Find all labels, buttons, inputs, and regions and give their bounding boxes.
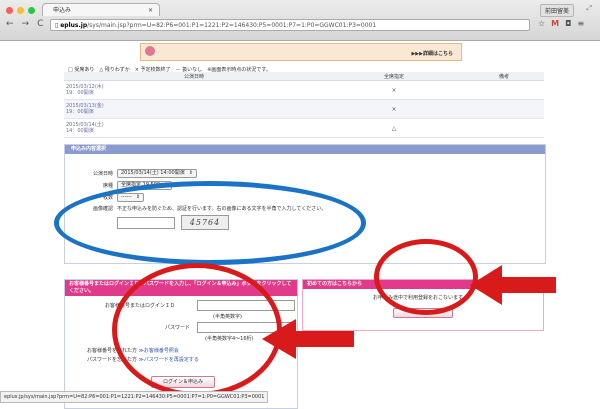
- red-arrow-icon: [470, 265, 556, 305]
- schedule-date-cell: 2015/03/13(金) 19：00開演: [64, 99, 324, 119]
- col-datetime: 公演日時: [64, 72, 324, 81]
- schedule-time: 14：00開演: [66, 128, 94, 134]
- reload-icon[interactable]: C: [37, 19, 43, 29]
- url-host: eplus.jp: [60, 22, 88, 29]
- schedule-date-cell: 2015/03/14(土) 14：00開演: [64, 118, 324, 138]
- browser-chrome: 申込み × 前田留美 ⤢ ← → C ▯ eplus.jp/sys/main.j…: [0, 0, 600, 41]
- extension-icon[interactable]: ◘: [565, 19, 571, 28]
- gmail-icon[interactable]: M: [551, 19, 559, 28]
- forward-arrow-icon[interactable]: →: [22, 19, 30, 29]
- schedule-time: 19：00開演: [66, 109, 94, 115]
- schedule-row[interactable]: 2015/03/12(木) 19：00開演 ×: [64, 80, 544, 100]
- url-path: /sys/main.jsp?prm=U=82:P6=001:P1=1221:P2…: [87, 22, 377, 29]
- red-annotation-circle-login: [112, 263, 282, 397]
- blue-annotation-oval: [54, 181, 366, 265]
- browser-tab[interactable]: 申込み ×: [42, 3, 160, 16]
- tab-close-icon[interactable]: ×: [148, 4, 153, 17]
- schedule-row[interactable]: 2015/03/14(土) 14：00開演 △: [64, 118, 544, 138]
- fullscreen-icon[interactable]: ⤢: [586, 4, 592, 13]
- schedule-table: 公演日時 全席指定 備考 2015/03/12(木) 19：00開演 × 2015…: [64, 72, 544, 138]
- page-content: ▶▶▶詳細はこちら □ 受席あり △ 残りわずか × 予定枚数終了 － 扱いなし…: [0, 41, 600, 409]
- order-form-title: 申込み内容選択: [65, 145, 545, 154]
- zoom-window-button[interactable]: [28, 7, 35, 14]
- select-arrow-icon: ⇕: [188, 170, 193, 176]
- col-seat: 全席指定: [324, 72, 464, 81]
- schedule-row[interactable]: 2015/03/13(金) 19：00開演 ×: [64, 99, 544, 119]
- close-window-button[interactable]: [6, 7, 13, 14]
- nav-buttons: ← → C: [6, 19, 43, 29]
- window-controls: [6, 7, 35, 14]
- profile-button[interactable]: 前田留美: [539, 4, 574, 17]
- schedule-date-cell: 2015/03/12(木) 19：00開演: [64, 80, 324, 100]
- date-row: 公演日時 2015/03/14(土) 14:00開演 ⇕: [85, 169, 197, 178]
- bookmark-star-icon[interactable]: ☆: [538, 19, 545, 28]
- date-select[interactable]: 2015/03/14(土) 14:00開演 ⇕: [117, 169, 197, 178]
- date-label: 公演日時: [92, 171, 113, 177]
- red-arrow-icon: [262, 319, 354, 359]
- schedule-header-row: 公演日時 全席指定 備考: [64, 72, 544, 81]
- banner-logo: [145, 46, 155, 56]
- date-select-value: 2015/03/14(土) 14:00開演: [121, 170, 185, 176]
- schedule-status: △: [324, 118, 464, 138]
- event-banner: ▶▶▶詳細はこちら: [140, 43, 462, 61]
- schedule-note: [464, 80, 544, 100]
- schedule-status: ×: [324, 99, 464, 119]
- status-bar-url: eplus.jp/sys/main.jsp?prm=U=82:P6=001:P1…: [0, 391, 269, 403]
- toolbar-right: ☆ M ◘ ≡: [538, 19, 584, 28]
- seat-label: 席種: [102, 183, 113, 189]
- details-link[interactable]: ▶▶▶詳細はこちら: [411, 50, 453, 57]
- schedule-note: [464, 118, 544, 138]
- red-annotation-circle-apply: [374, 239, 478, 315]
- schedule-time: 19：00開演: [66, 90, 94, 96]
- menu-icon[interactable]: ≡: [577, 19, 584, 28]
- address-bar[interactable]: ▯ eplus.jp/sys/main.jsp?prm=U=82:P6=001:…: [50, 19, 530, 31]
- schedule-note: [464, 99, 544, 119]
- col-notes: 備考: [464, 72, 544, 81]
- minimize-window-button[interactable]: [17, 7, 24, 14]
- back-arrow-icon[interactable]: ←: [6, 19, 14, 29]
- tab-title: 申込み: [53, 7, 72, 14]
- schedule-status: ×: [324, 80, 464, 100]
